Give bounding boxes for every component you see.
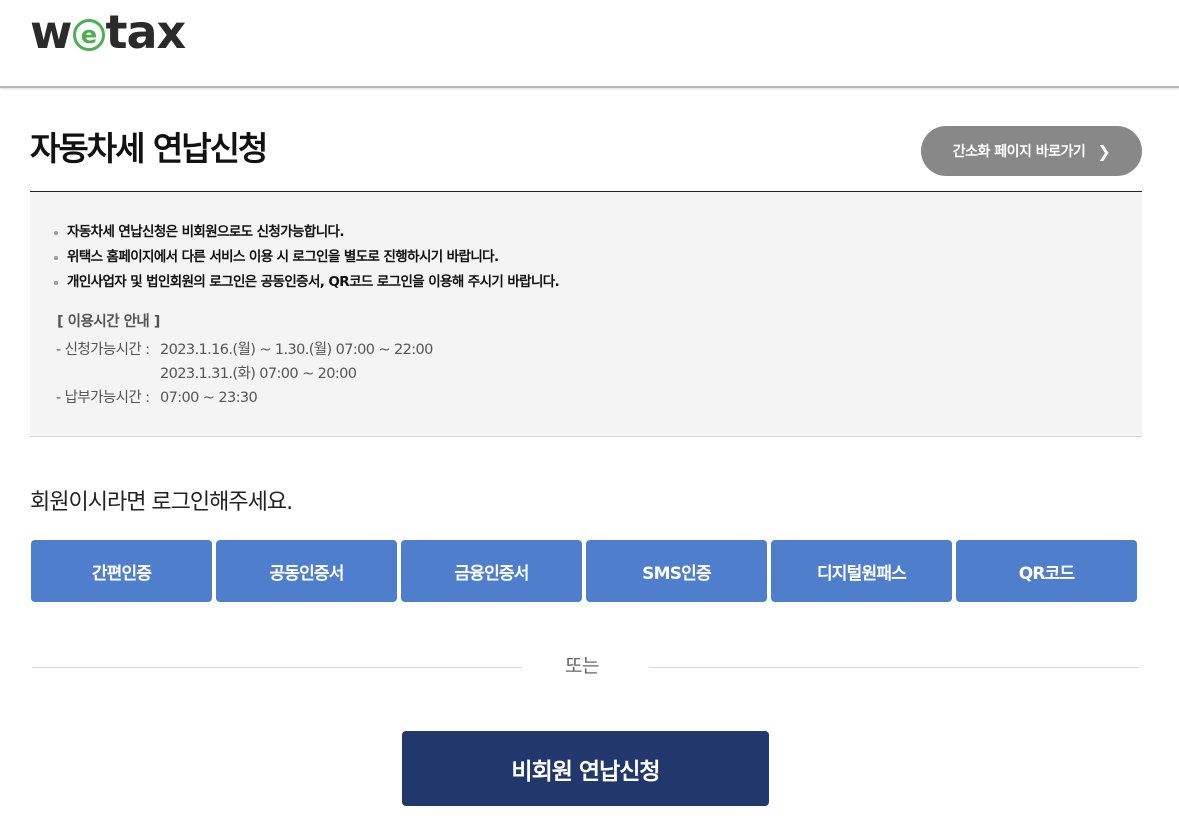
hours-label: - 신청가능시간 : [56, 342, 150, 358]
notice-item-text: 개인사업자 및 법인회원의 로그인은 공동인증서, QR코드 로그인을 이용해 … [67, 274, 560, 290]
or-text: 또는 [565, 655, 599, 677]
hours-value: 07:00 ~ 23:30 [160, 390, 258, 406]
notice-item: 자동차세 연납신청은 비회원으로도 신청가능합니다. [54, 220, 559, 245]
financial-certificate-button[interactable]: 금융인증서 [401, 540, 582, 602]
simple-page-button[interactable]: 간소화 페이지 바로가기 ❯ [921, 126, 1142, 176]
hours-row: - 신청가능시간 : 2023.1.16.(월) ~ 1.30.(월) 07:0… [56, 338, 433, 362]
hours-value: 2023.1.16.(월) ~ 1.30.(월) 07:00 ~ 22:00 [160, 342, 433, 358]
chevron-right-icon: ❯ [1097, 141, 1111, 161]
notice-item: 개인사업자 및 법인회원의 로그인은 공동인증서, QR코드 로그인을 이용해 … [54, 270, 560, 295]
bullet-icon [54, 230, 58, 235]
login-prompt: 회원이시라면 로그인해주세요. [30, 490, 293, 515]
digital-onepass-button[interactable]: 디지털원패스 [771, 540, 952, 602]
or-divider-right [649, 667, 1139, 668]
hours-value: 2023.1.31.(화) 07:00 ~ 20:00 [160, 366, 357, 382]
nonmember-apply-button[interactable]: 비회원 연납신청 [402, 731, 769, 806]
hours-list: - 신청가능시간 : 2023.1.16.(월) ~ 1.30.(월) 07:0… [56, 338, 433, 410]
hours-title: [ 이용시간 안내 ] [57, 314, 160, 330]
or-divider-left [32, 667, 522, 668]
joint-certificate-button[interactable]: 공동인증서 [216, 540, 397, 602]
sms-auth-button[interactable]: SMS인증 [586, 540, 767, 602]
page-title: 자동차세 연납신청 [30, 129, 268, 168]
simple-page-button-label: 간소화 페이지 바로가기 [952, 144, 1086, 160]
notice-item-text: 자동차세 연납신청은 비회원으로도 신청가능합니다. [67, 224, 344, 240]
hours-row: - 납부가능시간 : 07:00 ~ 23:30 [56, 386, 433, 410]
notice-item-text: 위택스 홈페이지에서 다른 서비스 이용 시 로그인을 별도로 진행하시기 바랍… [67, 249, 499, 265]
simple-auth-button[interactable]: 간편인증 [31, 540, 212, 602]
hours-label [56, 362, 160, 386]
hours-row: 2023.1.31.(화) 07:00 ~ 20:00 [56, 362, 433, 386]
notice-box: 자동차세 연납신청은 비회원으로도 신청가능합니다. 위택스 홈페이지에서 다른… [30, 192, 1142, 437]
logo-e-circle: e [72, 19, 105, 51]
qr-code-button[interactable]: QR코드 [956, 540, 1137, 602]
logo-w: w [30, 5, 72, 59]
notice-item: 위택스 홈페이지에서 다른 서비스 이용 시 로그인을 별도로 진행하시기 바랍… [54, 245, 559, 270]
login-method-buttons: 간편인증 공동인증서 금융인증서 SMS인증 디지털원패스 QR코드 [31, 540, 1137, 602]
bullet-icon [54, 280, 58, 285]
site-header: w e tax [0, 0, 1179, 88]
logo-tax: tax [105, 5, 187, 59]
wetax-logo[interactable]: w e tax [30, 4, 187, 60]
bullet-icon [54, 255, 58, 260]
notice-list: 자동차세 연납신청은 비회원으로도 신청가능합니다. 위택스 홈페이지에서 다른… [54, 220, 560, 295]
hours-label: - 납부가능시간 : [56, 390, 150, 406]
